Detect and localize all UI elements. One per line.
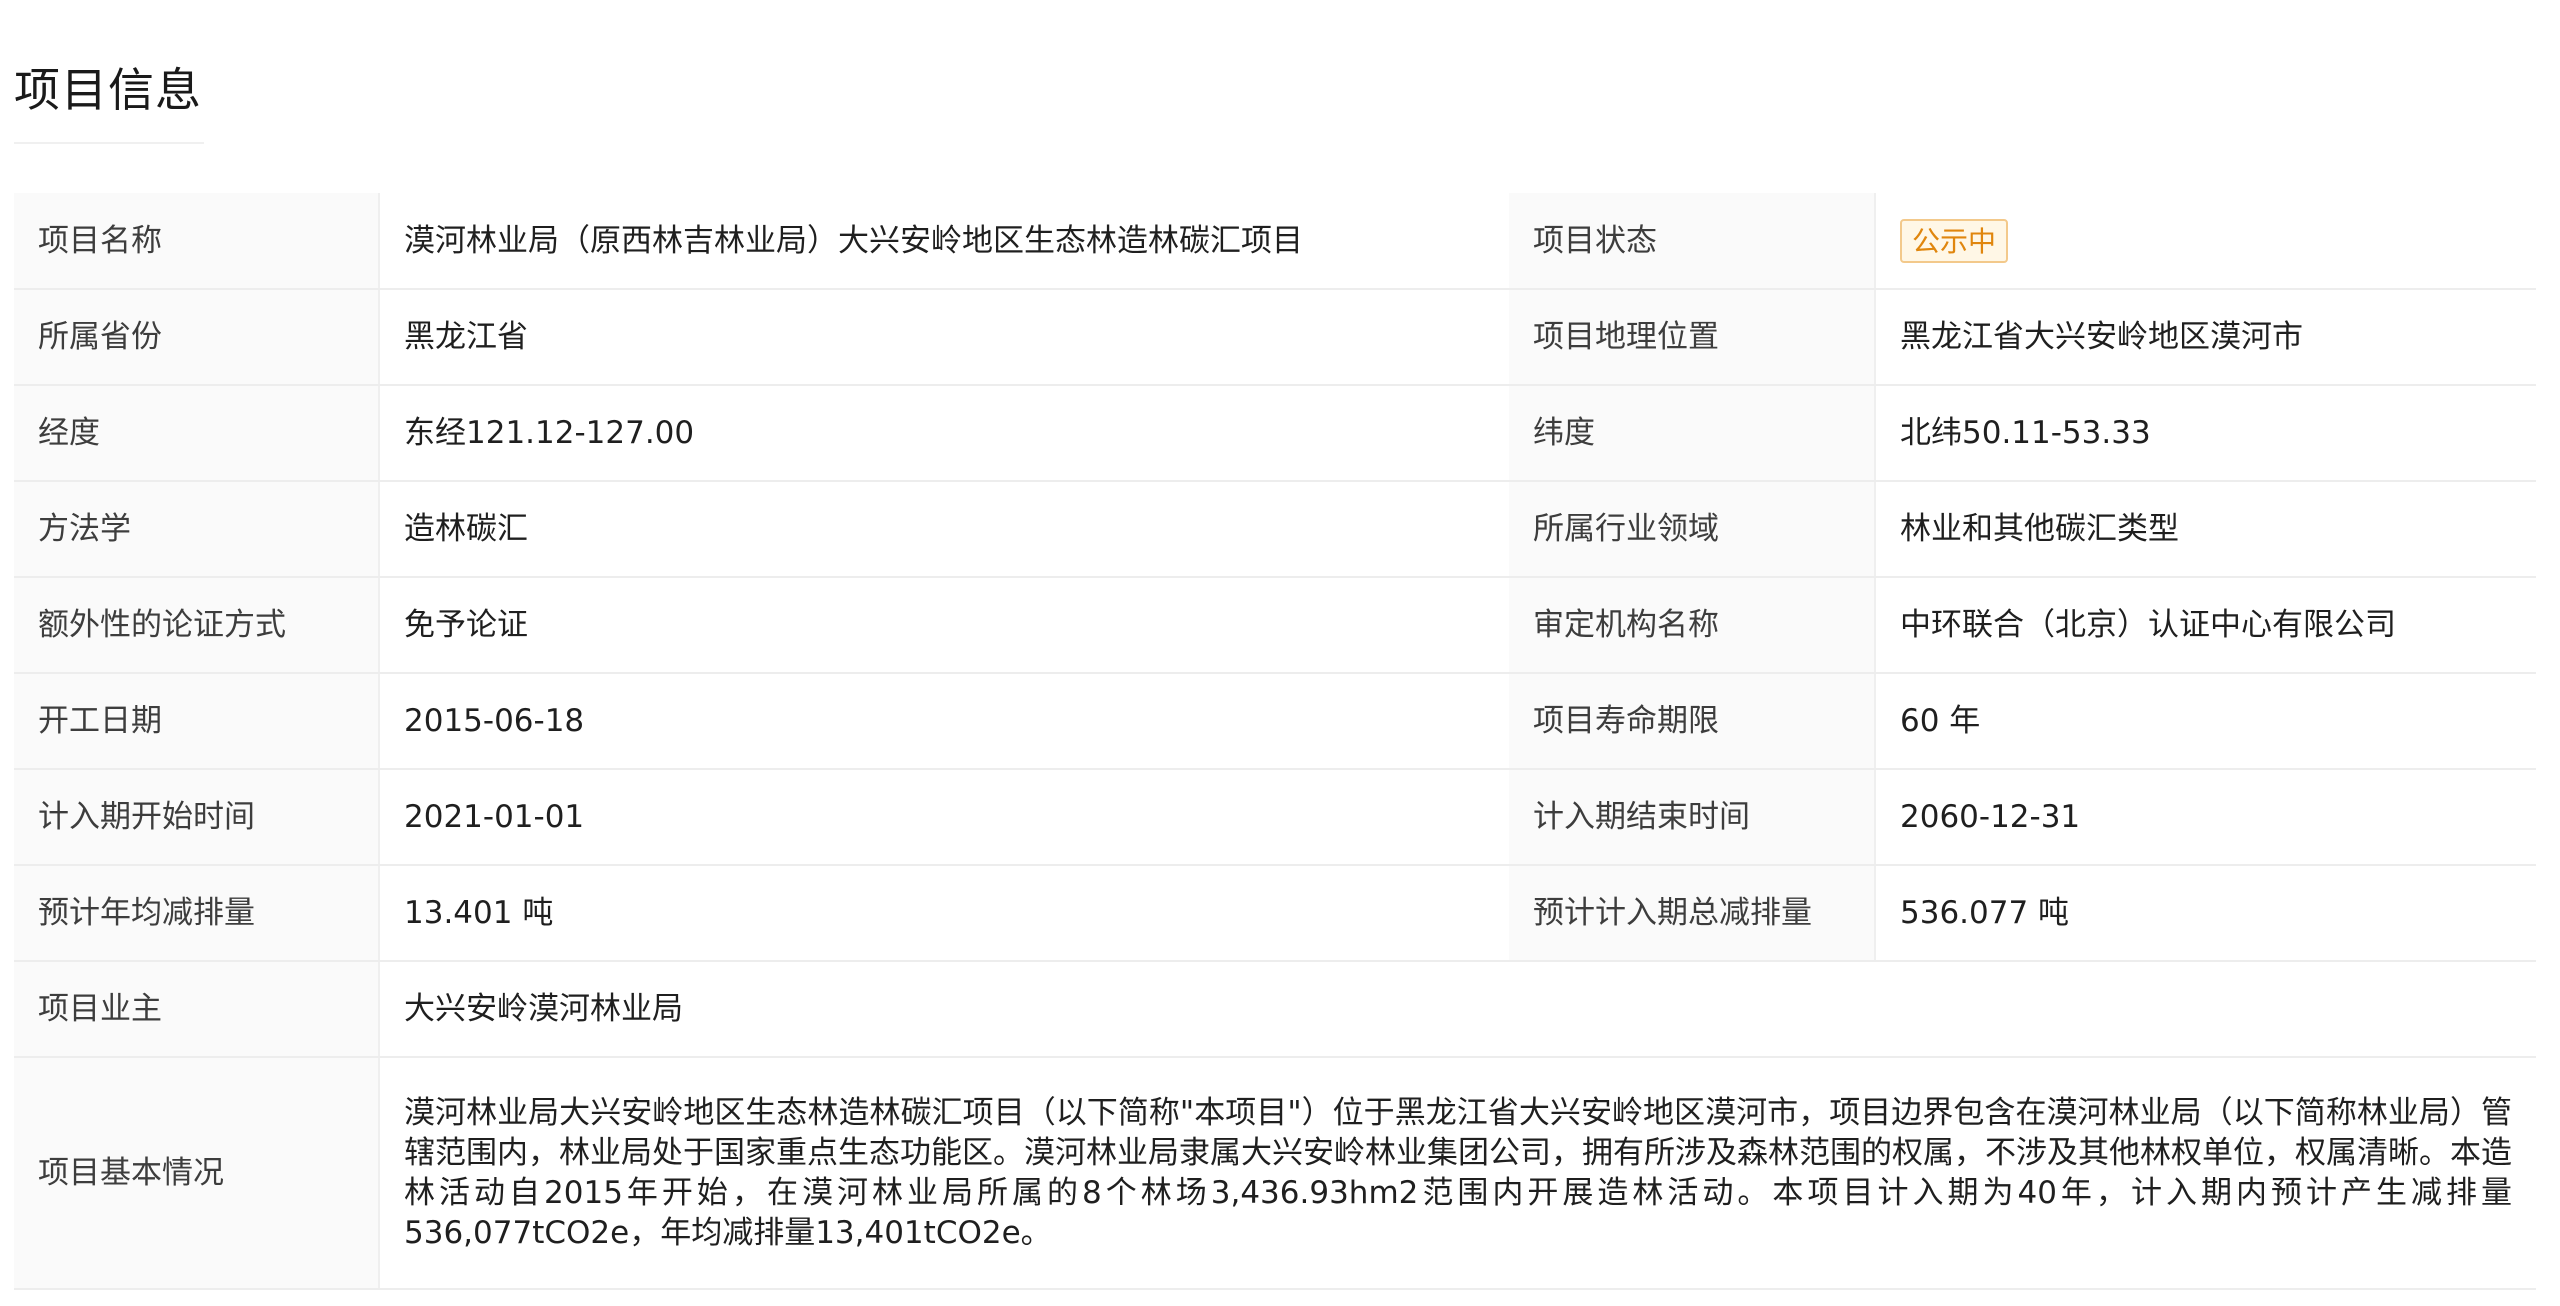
label-start-date: 开工日期 <box>14 673 380 770</box>
value-owner: 大兴安岭漠河林业局 <box>379 961 2536 1058</box>
label-project-status: 项目状态 <box>1509 193 1876 290</box>
value-additionality: 免予论证 <box>379 577 1509 674</box>
label-methodology: 方法学 <box>14 481 380 578</box>
label-province: 所属省份 <box>14 289 380 386</box>
table-row: 额外性的论证方式 免予论证 审定机构名称 中环联合（北京）认证中心有限公司 <box>14 577 2536 674</box>
table-row: 计入期开始时间 2021-01-01 计入期结束时间 2060-12-31 <box>14 769 2536 866</box>
value-crediting-end: 2060-12-31 <box>1875 769 2536 866</box>
table-row: 开工日期 2015-06-18 项目寿命期限 60 年 <box>14 673 2536 770</box>
value-province: 黑龙江省 <box>379 289 1509 386</box>
label-total-reduction: 预计计入期总减排量 <box>1509 865 1876 962</box>
label-latitude: 纬度 <box>1509 385 1876 482</box>
value-methodology: 造林碳汇 <box>379 481 1509 578</box>
value-validator: 中环联合（北京）认证中心有限公司 <box>1875 577 2536 674</box>
table-row: 所属省份 黑龙江省 项目地理位置 黑龙江省大兴安岭地区漠河市 <box>14 289 2536 386</box>
title-divider <box>14 142 204 144</box>
status-badge: 公示中 <box>1900 218 2009 263</box>
table-row: 预计年均减排量 13.401 吨 预计计入期总减排量 536.077 吨 <box>14 865 2536 962</box>
label-lifetime: 项目寿命期限 <box>1509 673 1876 770</box>
value-start-date: 2015-06-18 <box>379 673 1509 770</box>
value-lifetime: 60 年 <box>1875 673 2536 770</box>
table-row: 方法学 造林碳汇 所属行业领域 林业和其他碳汇类型 <box>14 481 2536 578</box>
label-annual-reduction: 预计年均减排量 <box>14 865 380 962</box>
value-project-status: 公示中 <box>1875 193 2536 290</box>
value-project-name: 漠河林业局（原西林吉林业局）大兴安岭地区生态林造林碳汇项目 <box>379 193 1509 290</box>
section-title: 项目信息 <box>14 63 202 117</box>
label-additionality: 额外性的论证方式 <box>14 577 380 674</box>
value-longitude: 东经121.12-127.00 <box>379 385 1509 482</box>
value-location: 黑龙江省大兴安岭地区漠河市 <box>1875 289 2536 386</box>
value-industry: 林业和其他碳汇类型 <box>1875 481 2536 578</box>
label-longitude: 经度 <box>14 385 380 482</box>
label-owner: 项目业主 <box>14 961 380 1058</box>
label-validator: 审定机构名称 <box>1509 577 1876 674</box>
project-info-table: 项目名称 漠河林业局（原西林吉林业局）大兴安岭地区生态林造林碳汇项目 项目状态 … <box>14 193 2536 1290</box>
value-crediting-start: 2021-01-01 <box>379 769 1509 866</box>
value-latitude: 北纬50.11-53.33 <box>1875 385 2536 482</box>
table-row: 经度 东经121.12-127.00 纬度 北纬50.11-53.33 <box>14 385 2536 482</box>
value-overview: 漠河林业局大兴安岭地区生态林造林碳汇项目（以下简称"本项目"）位于黑龙江省大兴安… <box>379 1057 2536 1290</box>
project-info-page: 项目信息 项目名称 漠河林业局（原西林吉林业局）大兴安岭地区生态林造林碳汇项目 … <box>0 0 2560 1306</box>
label-project-name: 项目名称 <box>14 193 380 290</box>
value-annual-reduction: 13.401 吨 <box>379 865 1509 962</box>
value-total-reduction: 536.077 吨 <box>1875 865 2536 962</box>
table-row: 项目名称 漠河林业局（原西林吉林业局）大兴安岭地区生态林造林碳汇项目 项目状态 … <box>14 193 2536 290</box>
label-crediting-end: 计入期结束时间 <box>1509 769 1876 866</box>
label-industry: 所属行业领域 <box>1509 481 1876 578</box>
table-row: 项目基本情况 漠河林业局大兴安岭地区生态林造林碳汇项目（以下简称"本项目"）位于… <box>14 1057 2536 1290</box>
label-crediting-start: 计入期开始时间 <box>14 769 380 866</box>
table-row: 项目业主 大兴安岭漠河林业局 <box>14 961 2536 1058</box>
label-overview: 项目基本情况 <box>14 1057 380 1290</box>
label-location: 项目地理位置 <box>1509 289 1876 386</box>
